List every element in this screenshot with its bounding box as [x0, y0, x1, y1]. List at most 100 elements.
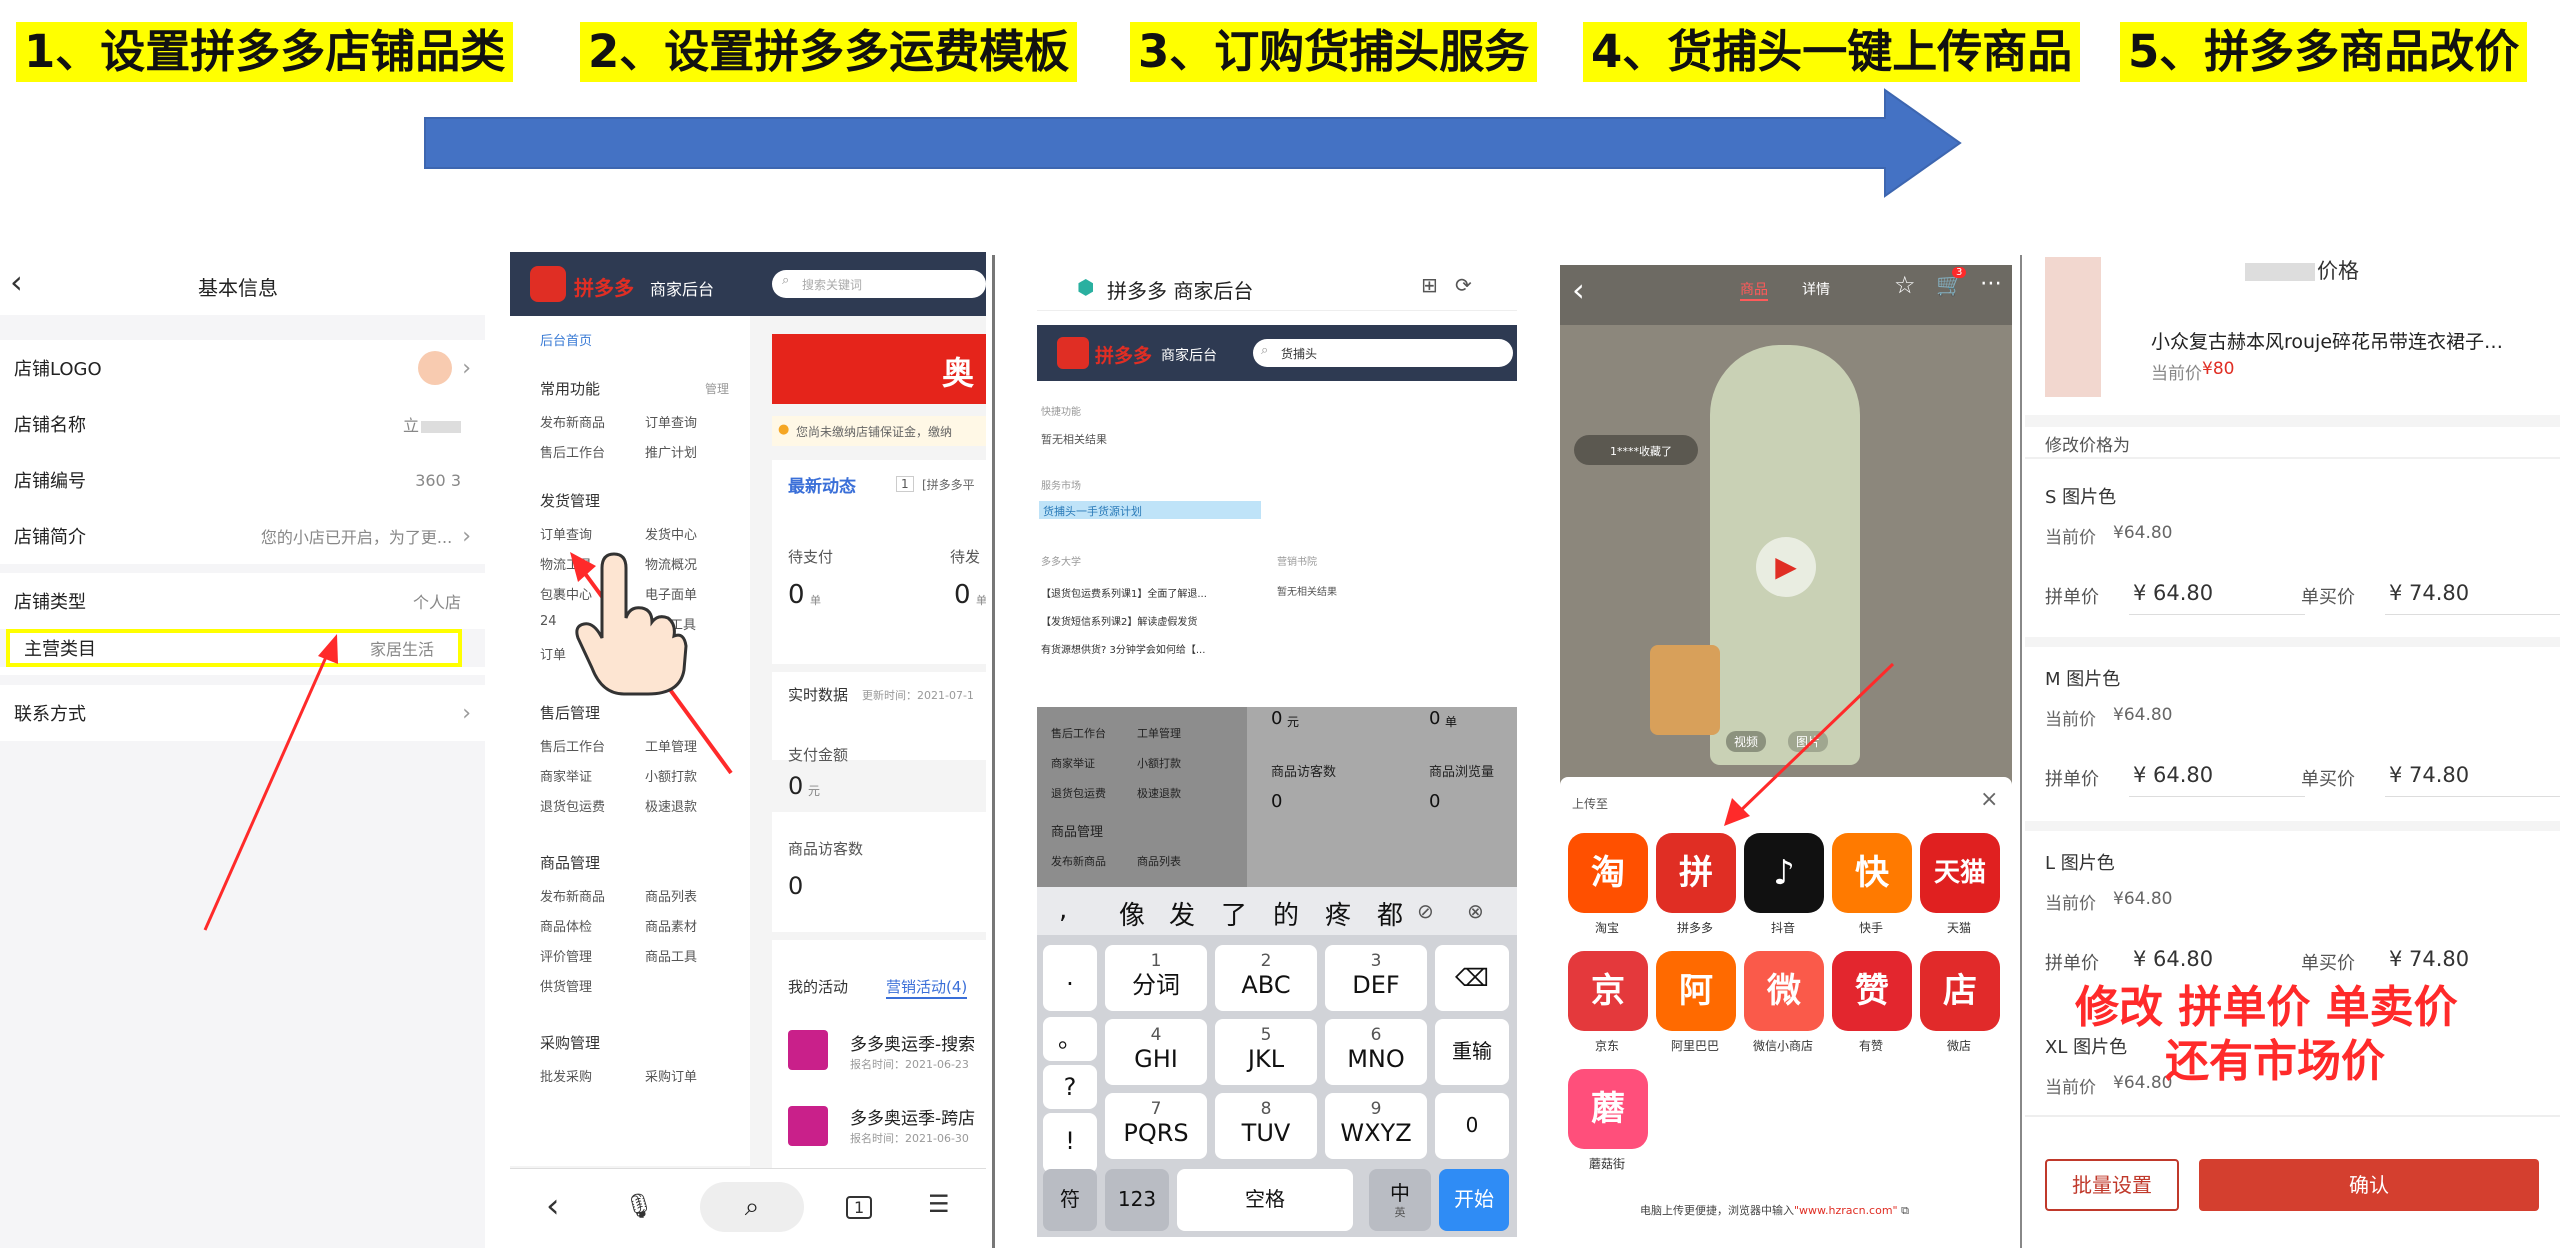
key-3[interactable]: 3 DEF [1325, 945, 1427, 1011]
tab-goods[interactable]: 商品 [1740, 279, 1768, 301]
candidate[interactable]: 发 [1169, 895, 1195, 932]
copy-icon[interactable]: ⧉ [1901, 1204, 1909, 1217]
tab-marketing-activity[interactable]: 营销活动(4) [886, 976, 968, 999]
more-icon[interactable]: ⋯ [1980, 271, 2002, 296]
activity-name[interactable]: 多多奥运季-跨店 [850, 1104, 975, 1129]
section-shipping[interactable]: 发货管理 [540, 490, 600, 511]
app-alibaba[interactable]: 阿 [1656, 951, 1736, 1031]
news-text[interactable]: [拼多多平 [922, 476, 975, 493]
chevron-left-icon[interactable]: ‹ [10, 263, 23, 301]
key-exclaim[interactable]: ! [1043, 1113, 1097, 1173]
app-mogujie[interactable]: 蘑 [1568, 1069, 1648, 1149]
section-goods[interactable]: 商品管理 [540, 852, 600, 873]
key-start[interactable]: 开始 [1439, 1169, 1509, 1231]
play-icon[interactable]: ▶ [1756, 537, 1816, 597]
menu-item[interactable]: 售后工作台 [540, 442, 605, 461]
activity-name[interactable]: 多多奥运季-搜索 [850, 1030, 975, 1055]
menu-item[interactable]: 商品素材 [645, 916, 697, 935]
row-store-logo[interactable]: 店铺LOGO › [0, 340, 485, 396]
menu-item[interactable]: 推广计划 [645, 442, 697, 461]
app-taobao[interactable]: 淘 [1568, 833, 1648, 913]
key-space[interactable]: 空格 [1177, 1169, 1353, 1231]
key-period[interactable]: . [1043, 945, 1097, 1011]
menu-item[interactable]: 供货管理 [540, 976, 592, 995]
app-pinduoduo[interactable]: 拼 [1656, 833, 1736, 913]
bookmark-icon[interactable]: ⊞ [1421, 273, 1438, 297]
candidate[interactable]: , [1059, 895, 1067, 925]
single-price-input[interactable]: ¥ 74.80 [2385, 757, 2560, 797]
batch-set-button[interactable]: 批量设置 [2045, 1159, 2179, 1211]
row-store-intro[interactable]: 店铺简介 您的小店已开启，为了更... › [0, 508, 485, 564]
candidate[interactable]: 像 [1119, 895, 1145, 932]
key-5[interactable]: 5 JKL [1215, 1019, 1317, 1085]
microphone-icon[interactable]: 🎙 [624, 1192, 654, 1220]
promo-banner[interactable]: 奥 [772, 334, 986, 404]
close-candidates-icon[interactable]: ⊗ [1467, 899, 1484, 923]
key-0[interactable]: 0 [1435, 1093, 1509, 1159]
key-fullstop[interactable]: 。 [1043, 1017, 1097, 1061]
group-price-input[interactable]: ¥ 64.80 [2129, 757, 2305, 797]
course-link[interactable]: 有货源想供货? 3分钟学会如何给【... [1041, 641, 1205, 656]
key-7[interactable]: 7 PQRS [1105, 1093, 1207, 1159]
app-youzan[interactable]: 赞 [1832, 951, 1912, 1031]
app-jd[interactable]: 京 [1568, 951, 1648, 1031]
key-question[interactable]: ? [1043, 1065, 1097, 1109]
back-icon[interactable]: ‹ [546, 1186, 560, 1226]
candidate[interactable]: 疼 [1325, 895, 1351, 932]
menu-item[interactable]: 订单 [540, 644, 566, 663]
menu-item[interactable]: 发布新商品 [540, 412, 605, 431]
course-link[interactable]: 【退货包运费系列课1】全面了解退... [1041, 585, 1207, 600]
search-input[interactable]: ⌕ 搜索关键词 [772, 270, 986, 298]
key-4[interactable]: 4 GHI [1105, 1019, 1207, 1085]
key-6[interactable]: 6 MNO [1325, 1019, 1427, 1085]
key-123[interactable]: 123 [1105, 1169, 1169, 1231]
tab-detail[interactable]: 详情 [1802, 279, 1830, 299]
search-icon[interactable]: ⌕ [700, 1182, 804, 1232]
single-price-input[interactable]: ¥ 74.80 [2385, 575, 2560, 615]
app-douyin[interactable]: ♪ [1744, 833, 1824, 913]
course-link[interactable]: 【发货短信系列课2】解读虚假发货 [1041, 613, 1197, 628]
menu-item[interactable]: 订单查询 [645, 412, 697, 431]
menu-item[interactable]: 评价管理 [540, 946, 592, 965]
menu-item[interactable]: 发货中心 [645, 524, 697, 543]
menu-item[interactable]: 极速退款 [645, 796, 697, 815]
section-purchase[interactable]: 采购管理 [540, 1032, 600, 1053]
menu-item[interactable]: 订单查询 [540, 524, 592, 543]
breadcrumb[interactable]: 后台首页 [540, 330, 592, 349]
app-weidian[interactable]: 店 [1920, 951, 2000, 1031]
row-store-name[interactable]: 店铺名称 立 [0, 396, 485, 452]
menu-item[interactable]: 采购订单 [645, 1066, 697, 1085]
footer-url[interactable]: "www.hzracn.com" [1794, 1204, 1898, 1217]
candidate[interactable]: 都 [1377, 895, 1403, 932]
candidate[interactable]: 的 [1273, 895, 1299, 932]
key-9[interactable]: 9 WXYZ [1325, 1093, 1427, 1159]
key-1[interactable]: 1 分词 [1105, 945, 1207, 1011]
group-price-input[interactable]: ¥ 64.80 [2129, 575, 2305, 615]
menu-icon[interactable]: ☰ [928, 1190, 950, 1218]
menu-item[interactable]: 商品体检 [540, 916, 592, 935]
back-icon[interactable]: ‹ [1572, 271, 1585, 309]
confirm-button[interactable]: 确认 [2199, 1159, 2539, 1211]
service-result-highlight[interactable]: 货捕头一手货源计划 [1039, 501, 1261, 519]
key-language[interactable]: 中英 [1369, 1169, 1431, 1231]
menu-item[interactable]: 发布新商品 [540, 886, 605, 905]
menu-item[interactable]: 退货包运费 [540, 796, 605, 815]
refresh-icon[interactable]: ⟳ [1455, 273, 1472, 297]
search-input[interactable]: ⌕ 货捕头 [1253, 339, 1513, 367]
candidate[interactable]: 了 [1221, 895, 1247, 932]
tab-my-activity[interactable]: 我的活动 [788, 976, 848, 997]
key-8[interactable]: 8 TUV [1215, 1093, 1317, 1159]
menu-item[interactable]: 批发采购 [540, 1066, 592, 1085]
star-icon[interactable]: ☆ [1894, 271, 1916, 299]
menu-item[interactable]: 24 [540, 614, 557, 629]
menu-item[interactable]: 商品列表 [645, 886, 697, 905]
link-icon[interactable]: ⊘ [1417, 899, 1434, 923]
app-tmall[interactable]: 天猫 [1920, 833, 2000, 913]
app-wechat-shop[interactable]: 微 [1744, 951, 1824, 1031]
key-2[interactable]: 2 ABC [1215, 945, 1317, 1011]
key-reset[interactable]: 重输 [1435, 1019, 1509, 1085]
tabs-count-icon[interactable]: 1 [846, 1196, 873, 1219]
app-kuaishou[interactable]: 快 [1832, 833, 1912, 913]
menu-item[interactable]: 商品工具 [645, 946, 697, 965]
manage-link[interactable]: 管理 [705, 380, 729, 397]
